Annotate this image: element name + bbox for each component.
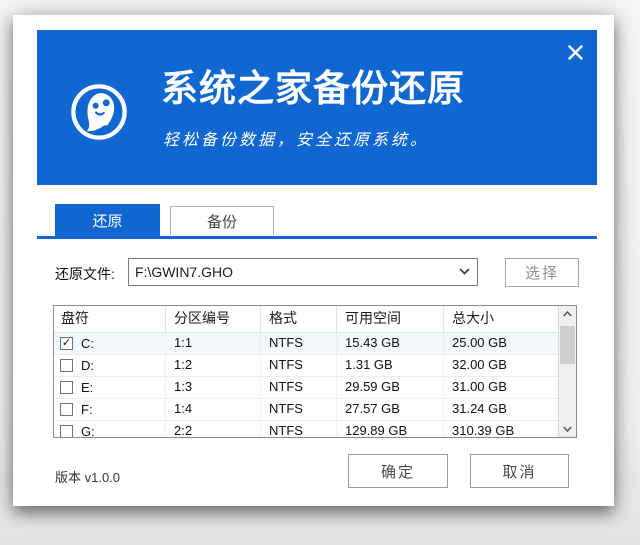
column-header[interactable]: 可用空间 <box>337 306 444 332</box>
total-size-cell: 310.39 GB <box>444 421 558 437</box>
free-space-cell: 15.43 GB <box>337 333 444 354</box>
drive-letter: E: <box>81 378 93 398</box>
restore-file-combobox[interactable]: F:\GWIN7.GHO <box>128 258 478 286</box>
column-header[interactable]: 分区编号 <box>166 306 261 332</box>
restore-file-label: 还原文件: <box>55 264 115 284</box>
desktop-background: 系统之家备份还原 轻松备份数据，安全还原系统。 还原 备份 还原文件: F:\G… <box>0 0 640 545</box>
checkbox-unchecked[interactable] <box>60 425 73 437</box>
drive-cell: G: <box>54 421 166 437</box>
close-icon <box>568 45 583 60</box>
partition-cell: 1:1 <box>166 333 261 354</box>
free-space-cell: 1.31 GB <box>337 355 444 376</box>
free-space-cell: 27.57 GB <box>337 399 444 420</box>
drive-cell: ✓ C: <box>54 333 166 354</box>
table-row[interactable]: E: 1:3NTFS29.59 GB31.00 GB <box>54 377 558 399</box>
table-header-row: 盘符分区编号格式可用空间总大小 <box>54 306 558 333</box>
scroll-down-icon <box>563 426 572 432</box>
version-label: 版本 v1.0.0 <box>55 467 120 486</box>
partition-cell: 1:4 <box>166 399 261 420</box>
partition-table-main: 盘符分区编号格式可用空间总大小 ✓C:1:1NTFS15.43 GB25.00 … <box>54 306 558 437</box>
column-header[interactable]: 总大小 <box>444 306 558 332</box>
scrollbar-thumb[interactable] <box>560 326 575 364</box>
title-header: 系统之家备份还原 轻松备份数据，安全还原系统。 <box>37 30 597 185</box>
drive-cell: D: <box>54 355 166 376</box>
app-title: 系统之家备份还原 <box>161 70 465 107</box>
app-subtitle: 轻松备份数据，安全还原系统。 <box>163 126 429 150</box>
tab-restore[interactable]: 还原 <box>55 204 160 236</box>
format-cell: NTFS <box>261 355 337 376</box>
drive-cell: E: <box>54 377 166 398</box>
partition-table: 盘符分区编号格式可用空间总大小 ✓C:1:1NTFS15.43 GB25.00 … <box>53 305 577 438</box>
chevron-down-icon[interactable] <box>459 268 470 275</box>
table-row[interactable]: ✓ C: 1:1NTFS15.43 GB25.00 GB <box>54 333 558 355</box>
partition-cell: 1:2 <box>166 355 261 376</box>
checkbox-checked[interactable]: ✓ <box>60 337 73 350</box>
total-size-cell: 31.24 GB <box>444 399 558 420</box>
format-cell: NTFS <box>261 421 337 437</box>
select-file-button[interactable]: 选择 <box>505 258 579 287</box>
table-row[interactable]: D: 1:2NTFS1.31 GB32.00 GB <box>54 355 558 377</box>
scroll-down-button[interactable] <box>559 421 576 437</box>
drive-letter: F: <box>81 400 93 420</box>
scroll-up-icon <box>563 311 572 317</box>
column-header[interactable]: 格式 <box>261 306 337 332</box>
format-cell: NTFS <box>261 399 337 420</box>
scroll-up-button[interactable] <box>559 306 576 322</box>
free-space-cell: 29.59 GB <box>337 377 444 398</box>
restore-file-value: F:\GWIN7.GHO <box>135 259 233 285</box>
format-cell: NTFS <box>261 333 337 354</box>
drive-letter: C: <box>81 334 94 354</box>
total-size-cell: 25.00 GB <box>444 333 558 354</box>
drive-letter: G: <box>81 422 95 438</box>
checkbox-unchecked[interactable] <box>60 359 73 372</box>
checkbox-unchecked[interactable] <box>60 403 73 416</box>
drive-letter: D: <box>81 356 94 376</box>
ghost-logo-icon <box>70 83 128 141</box>
close-button[interactable] <box>562 39 588 65</box>
checkbox-unchecked[interactable] <box>60 381 73 394</box>
drive-cell: F: <box>54 399 166 420</box>
table-row[interactable]: G: 2:2NTFS129.89 GB310.39 GB <box>54 421 558 437</box>
table-row[interactable]: F: 1:4NTFS27.57 GB31.24 GB <box>54 399 558 421</box>
vertical-scrollbar[interactable] <box>558 306 576 437</box>
partition-cell: 2:2 <box>166 421 261 437</box>
column-header[interactable]: 盘符 <box>54 306 166 332</box>
table-body: ✓C:1:1NTFS15.43 GB25.00 GBD:1:2NTFS1.31 … <box>54 333 558 437</box>
ok-button[interactable]: 确定 <box>348 454 448 488</box>
format-cell: NTFS <box>261 377 337 398</box>
tab-backup[interactable]: 备份 <box>170 206 274 235</box>
partition-cell: 1:3 <box>166 377 261 398</box>
total-size-cell: 31.00 GB <box>444 377 558 398</box>
cancel-button[interactable]: 取消 <box>470 454 569 488</box>
total-size-cell: 32.00 GB <box>444 355 558 376</box>
app-window: 系统之家备份还原 轻松备份数据，安全还原系统。 还原 备份 还原文件: F:\G… <box>13 15 614 506</box>
free-space-cell: 129.89 GB <box>337 421 444 437</box>
tab-underline <box>37 236 597 239</box>
